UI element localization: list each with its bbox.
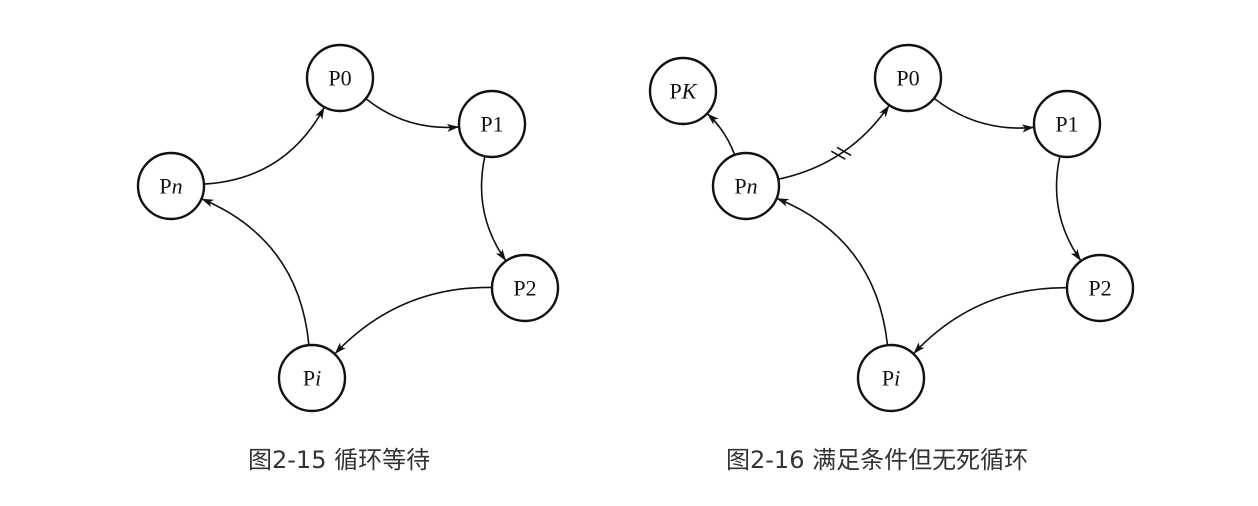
node-label: Pi: [882, 366, 900, 391]
edge-p2-to-pi: [334, 286, 493, 355]
node-p0: P0: [873, 43, 943, 113]
node-label: P1: [1055, 112, 1078, 137]
node-p2: P2: [1065, 253, 1135, 323]
node-label: PK: [670, 79, 698, 104]
figure-2-16-graph: PK P0 P1 P2 Pi Pn: [648, 43, 1135, 413]
node-label: Pn: [734, 174, 757, 199]
node-pk: PK: [648, 56, 718, 126]
node-pn: Pn: [711, 151, 781, 221]
node-label: P1: [480, 112, 503, 137]
edge-p2-to-pi: [912, 286, 1068, 355]
edge-p0-to-p1: [365, 97, 460, 132]
edge-p1-to-p2: [480, 156, 507, 262]
node-pi: Pi: [856, 343, 926, 413]
diagram-canvas: P0 P1 P2 Pi Pn PK P0 P1 P2 Pi Pn: [136, 43, 1135, 413]
edge-pn-to-pk: [706, 112, 736, 156]
node-p2: P2: [490, 253, 560, 323]
node-label: P2: [1088, 276, 1111, 301]
edge-p0-to-p1: [933, 97, 1035, 133]
node-label: Pn: [159, 174, 182, 199]
node-label: P2: [513, 276, 536, 301]
node-label: P0: [896, 66, 919, 91]
edge-p1-to-p2: [1055, 156, 1082, 262]
node-p1: P1: [457, 89, 527, 159]
edge-pn-to-p0: [203, 106, 326, 185]
figure-2-16-caption: 图2-16 满足条件但无死循环: [726, 446, 1029, 474]
node-pi: Pi: [277, 343, 347, 413]
node-p0: P0: [305, 43, 375, 113]
edge-pn-to-p0: [778, 104, 890, 180]
node-label: P0: [328, 66, 351, 91]
node-label: Pi: [303, 366, 321, 391]
figure-2-15-graph: P0 P1 P2 Pi Pn: [136, 43, 560, 413]
edge-pi-to-pn: [776, 197, 889, 346]
figure-2-15-caption: 图2-15 循环等待: [248, 446, 431, 474]
edge-pi-to-pn: [201, 198, 310, 346]
node-pn: Pn: [136, 151, 206, 221]
node-p1: P1: [1032, 89, 1102, 159]
